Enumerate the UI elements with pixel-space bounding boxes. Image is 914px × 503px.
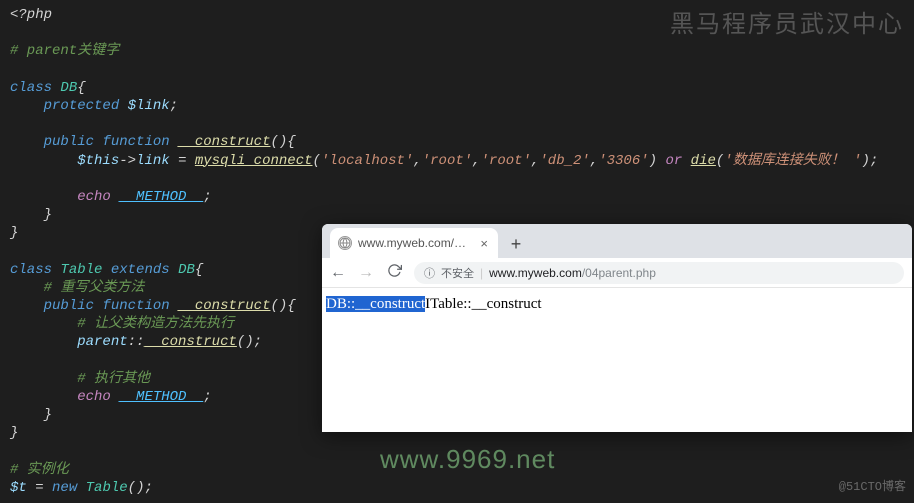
browser-tab-bar: www.myweb.com/04parent.p × + (322, 224, 912, 258)
tab-title: www.myweb.com/04parent.p (358, 236, 472, 250)
comment-parent-keyword: # parent关键字 (10, 43, 119, 59)
browser-tab[interactable]: www.myweb.com/04parent.p × (330, 228, 498, 258)
url-text: www.myweb.com/04parent.php (489, 266, 656, 280)
page-content[interactable]: DB::__constructITable::__construct (322, 288, 912, 321)
comment-let-parent: # 让父类构造方法先执行 (77, 316, 234, 332)
new-tab-button[interactable]: + (502, 230, 530, 258)
comment-override: # 重写父类方法 (44, 280, 145, 296)
browser-toolbar: ← → ⓘ 不安全 | www.myweb.com/04parent.php (322, 258, 912, 288)
insecure-icon: ⓘ (424, 265, 435, 281)
watermark-top-right: 黑马程序员武汉中心 (670, 4, 904, 39)
text-cursor-icon: I (425, 296, 430, 313)
forward-button[interactable]: → (358, 264, 374, 282)
output-rest: Table::__construct (430, 296, 541, 312)
browser-window: www.myweb.com/04parent.p × + ← → ⓘ 不安全 |… (322, 224, 912, 432)
address-bar[interactable]: ⓘ 不安全 | www.myweb.com/04parent.php (414, 262, 904, 284)
close-icon[interactable]: × (478, 236, 490, 251)
insecure-label: 不安全 (441, 265, 474, 281)
comment-exec-other: # 执行其他 (77, 371, 150, 387)
watermark-center: www.9969.net (380, 444, 555, 475)
globe-icon (338, 236, 352, 250)
php-open-tag: <?php (10, 7, 52, 23)
output-selected: DB::__construct (326, 296, 425, 312)
watermark-bottom-right: @51CTO博客 (839, 477, 906, 494)
comment-instantiate: # 实例化 (10, 462, 69, 478)
reload-button[interactable] (386, 263, 402, 283)
back-button[interactable]: ← (330, 264, 346, 282)
